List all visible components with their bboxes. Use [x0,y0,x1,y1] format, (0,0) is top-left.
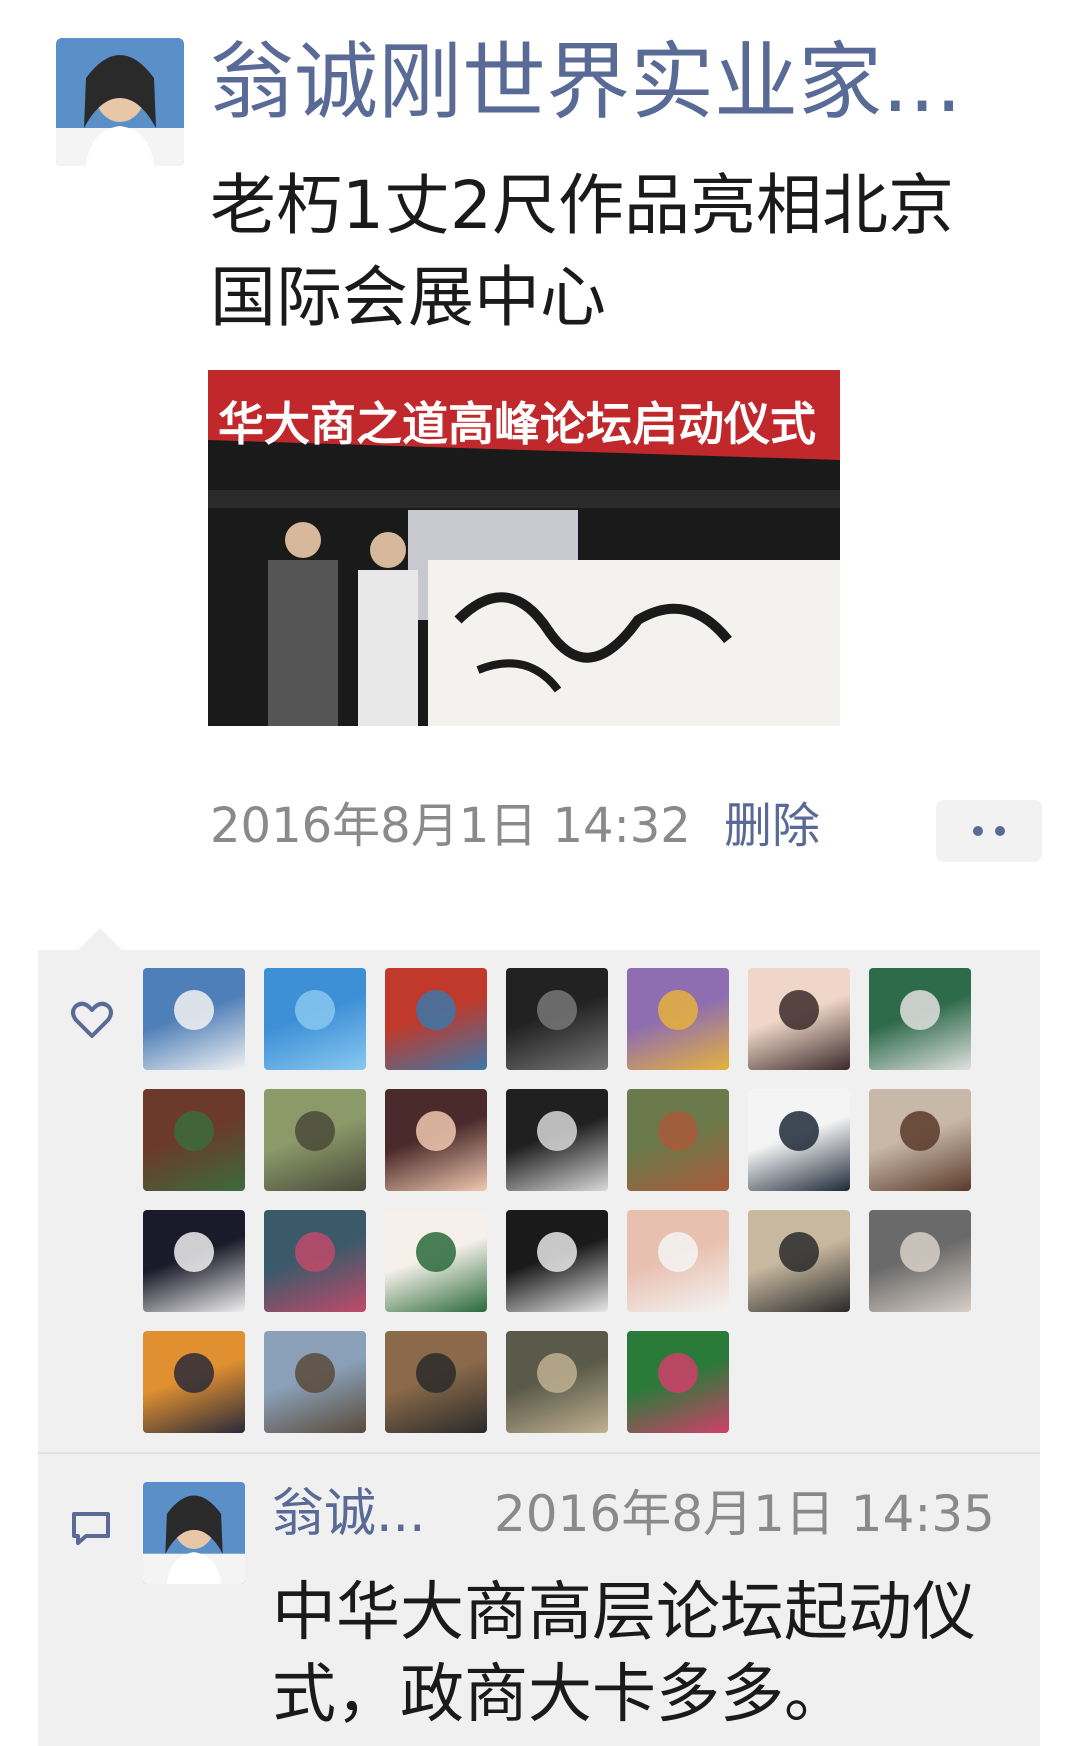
like-avatar[interactable] [869,1210,971,1312]
comment-avatar[interactable] [143,1482,245,1584]
like-avatar[interactable] [627,1210,729,1312]
more-actions-button[interactable] [936,800,1042,862]
like-avatar-figure [658,1232,698,1272]
post-photo[interactable]: 华大商之道高峰论坛启动仪式 [208,370,840,726]
like-avatar-figure [779,1111,819,1151]
like-avatar[interactable] [748,968,850,1070]
like-avatar-figure [416,1111,456,1151]
like-avatar-figure [174,1232,214,1272]
like-avatar-figure [416,1353,456,1393]
like-avatar-figure [295,1353,335,1393]
like-avatar[interactable] [143,1331,245,1433]
like-avatar-figure [900,1111,940,1151]
more-dots-icon [973,826,983,836]
photo-banner-text: 华大商之道高峰论坛启动仪式 [218,397,816,451]
like-avatar[interactable] [748,1089,850,1191]
like-avatar-figure [537,1232,577,1272]
like-avatar[interactable] [506,1089,608,1191]
like-avatar-figure [537,1353,577,1393]
like-avatar-figure [900,1232,940,1272]
like-avatar[interactable] [264,1331,366,1433]
like-avatar-figure [658,1111,698,1151]
like-avatar-figure [900,990,940,1030]
author-avatar-image [56,38,184,166]
like-avatar-figure [295,990,335,1030]
divider [38,1452,1040,1454]
like-avatar[interactable] [264,1089,366,1191]
like-avatar[interactable] [627,1089,729,1191]
comment-author[interactable]: 翁诚... [272,1480,472,1548]
comment-time: 2016年8月1日 14:35 [494,1485,995,1543]
like-avatar[interactable] [143,1210,245,1312]
like-avatar-figure [295,1232,335,1272]
like-avatar[interactable] [506,968,608,1070]
post-time: 2016年8月1日 14:32 [210,798,691,854]
event-photo: 华大商之道高峰论坛启动仪式 [208,370,840,726]
like-avatar[interactable] [385,968,487,1070]
like-avatar-figure [658,1353,698,1393]
comment-icon [72,1512,110,1545]
heart-icon [71,1001,113,1038]
comment-avatar-image [143,1482,245,1584]
like-avatar[interactable] [385,1331,487,1433]
like-avatar[interactable] [385,1089,487,1191]
delete-link[interactable]: 删除 [724,796,820,856]
like-avatar-figure [537,990,577,1030]
author-name[interactable]: 翁诚刚世界实业家... [210,30,990,134]
author-avatar[interactable] [56,38,184,166]
like-avatar-figure [779,1232,819,1272]
like-avatar-figure [174,1353,214,1393]
like-avatar-figure [416,1232,456,1272]
like-avatar-figure [779,990,819,1030]
like-avatar[interactable] [869,1089,971,1191]
like-avatar[interactable] [143,968,245,1070]
like-avatar-figure [416,990,456,1030]
like-avatar[interactable] [264,968,366,1070]
like-avatar[interactable] [627,968,729,1070]
like-avatar-figure [174,1111,214,1151]
like-avatar[interactable] [143,1089,245,1191]
like-avatar[interactable] [506,1210,608,1312]
panel-arrow [78,928,122,950]
like-avatar[interactable] [748,1210,850,1312]
like-avatar-figure [537,1111,577,1151]
like-avatar-figure [658,990,698,1030]
like-avatar[interactable] [264,1210,366,1312]
like-avatar-figure [295,1111,335,1151]
post-text: 老朽1丈2尺作品亮相北京国际会展中心 [210,167,954,336]
comment-text[interactable]: 中华大商高层论坛起动仪式，政商大卡多多。 [272,1572,1012,1736]
more-dots-icon [995,826,1005,836]
like-avatar[interactable] [627,1331,729,1433]
like-avatar-figure [174,990,214,1030]
like-avatar[interactable] [869,968,971,1070]
like-avatar[interactable] [385,1210,487,1312]
likes-grid [143,968,971,1433]
like-avatar[interactable] [506,1331,608,1433]
